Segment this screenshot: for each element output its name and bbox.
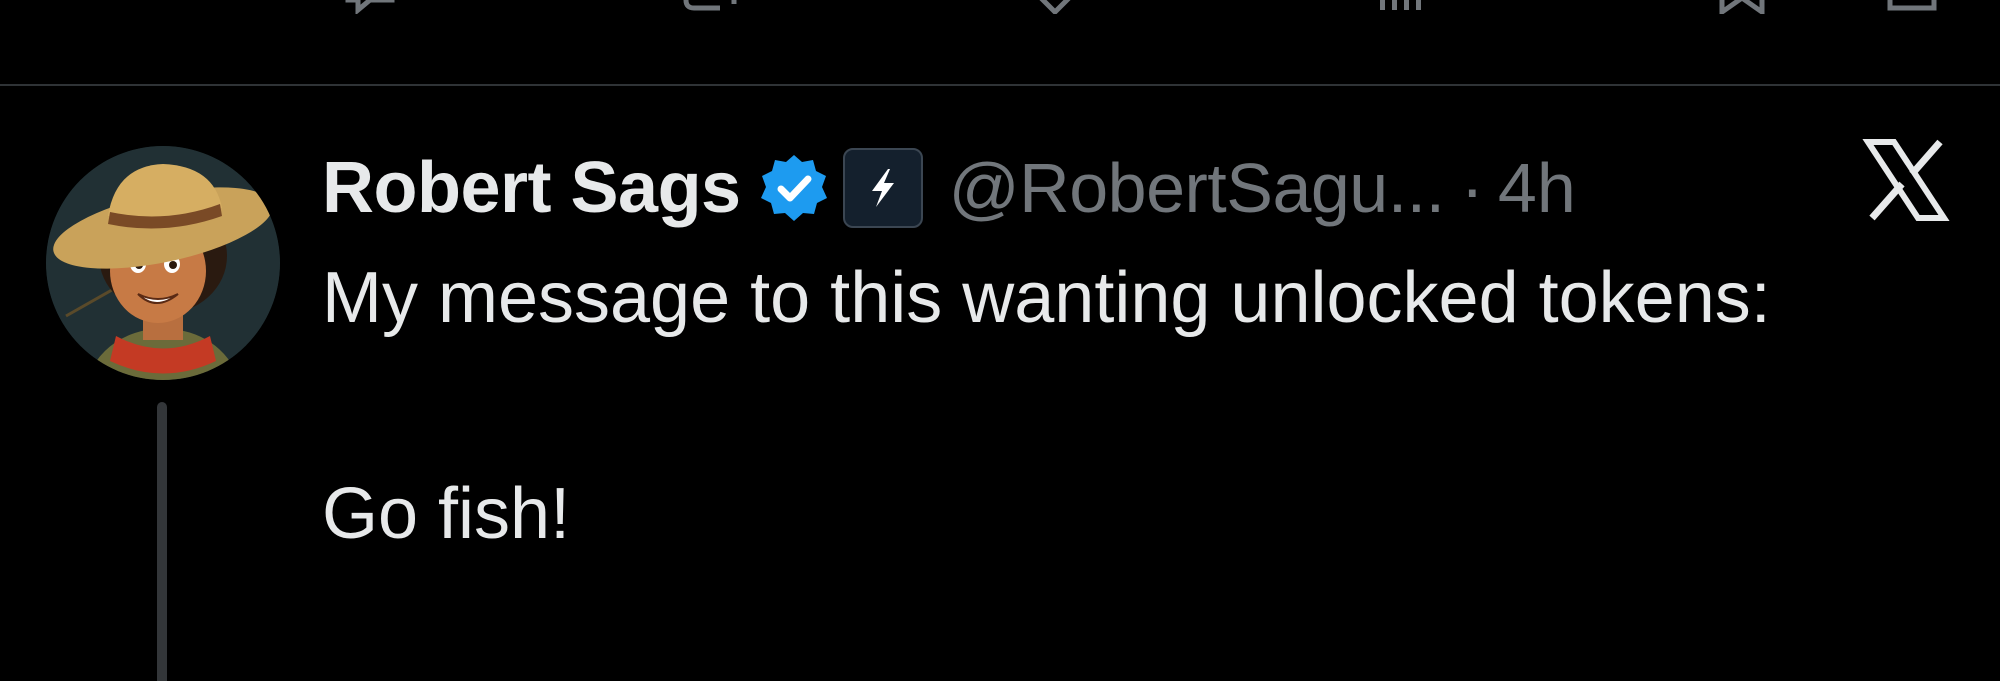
display-name[interactable]: Robert Sags — [322, 147, 741, 229]
repost-icon[interactable] — [680, 0, 740, 14]
post-text-line: My message to this wanting unlocked toke… — [322, 258, 1771, 338]
post-text-line: Go fish! — [322, 474, 571, 554]
handle[interactable]: @RobertSagu... — [949, 148, 1446, 228]
separator: · — [1460, 149, 1484, 227]
verified-badge-icon[interactable] — [759, 153, 829, 223]
post[interactable]: Robert Sags @RobertSagu... · 4h My messa… — [0, 86, 2000, 681]
bookmark-icon[interactable] — [1712, 0, 1772, 14]
post-screen: Robert Sags @RobertSagu... · 4h My messa… — [0, 0, 2000, 681]
post-header: Robert Sags @RobertSagu... · 4h — [322, 138, 1576, 238]
action-bar — [0, 0, 2000, 84]
x-logo-icon — [1862, 136, 1950, 224]
affiliate-badge[interactable] — [842, 148, 923, 228]
avatar[interactable] — [46, 146, 280, 380]
post-text: My message to this wanting unlocked toke… — [322, 244, 1882, 568]
views-icon[interactable] — [1370, 0, 1430, 14]
share-icon[interactable] — [1882, 0, 1942, 14]
reply-icon[interactable] — [340, 0, 400, 14]
thread-line — [157, 402, 167, 681]
lightning-bolt-icon — [871, 169, 894, 207]
like-icon[interactable] — [1025, 0, 1085, 14]
timestamp[interactable]: 4h — [1498, 148, 1576, 228]
